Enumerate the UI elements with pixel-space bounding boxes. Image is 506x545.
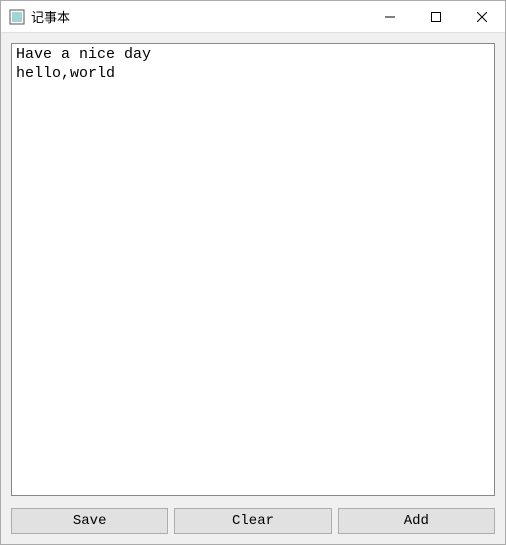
save-button[interactable]: Save [11,508,168,534]
clear-button[interactable]: Clear [174,508,331,534]
minimize-button[interactable] [367,1,413,32]
minimize-icon [385,12,395,22]
window-controls [367,1,505,32]
add-button[interactable]: Add [338,508,495,534]
text-editor[interactable] [11,43,495,496]
window-title: 记事本 [31,7,367,26]
content-area [1,33,505,502]
app-icon [9,9,25,25]
application-window: 记事本 Save Clear Add [0,0,506,545]
button-row: Save Clear Add [1,502,505,544]
maximize-icon [431,12,441,22]
titlebar: 记事本 [1,1,505,33]
close-icon [477,12,487,22]
close-button[interactable] [459,1,505,32]
maximize-button[interactable] [413,1,459,32]
